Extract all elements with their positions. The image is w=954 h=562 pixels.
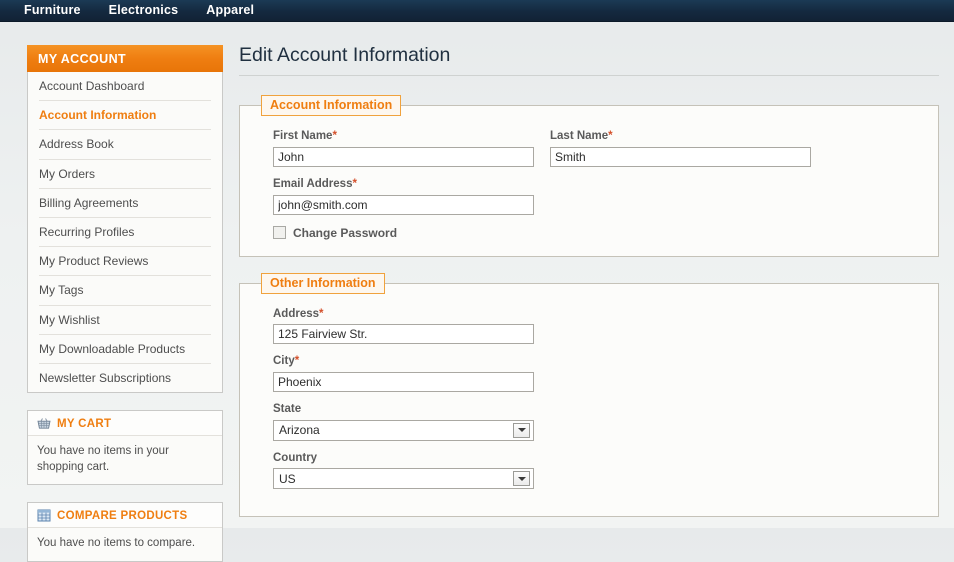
first-name-label-text: First Name <box>273 130 333 143</box>
compare-products-title: COMPARE PRODUCTS <box>57 509 188 522</box>
city-required-marker: * <box>294 355 300 368</box>
address-field: Address* <box>273 308 916 345</box>
sidebar-item-my-tags[interactable]: My Tags <box>39 276 211 306</box>
my-account-links: Account Dashboard Account Information Ad… <box>27 72 223 394</box>
sidebar-item-billing-agreements[interactable]: Billing Agreements <box>39 189 211 218</box>
top-navigation-bar: Furniture Electronics Apparel <box>0 0 954 22</box>
email-address-label-text: Email Address <box>273 178 353 191</box>
compare-products-message: You have no items to compare. <box>37 537 196 550</box>
sidebar-item-account-dashboard[interactable]: Account Dashboard <box>39 72 211 102</box>
main-content: Edit Account Information Account Informa… <box>223 44 954 533</box>
sidebar-item-my-orders[interactable]: My Orders <box>39 160 211 189</box>
city-field: City* <box>273 355 916 392</box>
page-body: MY ACCOUNT Account Dashboard Account Inf… <box>0 22 954 562</box>
email-address-input[interactable] <box>273 194 534 215</box>
nav-item-electronics[interactable]: Electronics <box>109 4 179 17</box>
country-label-text: Country <box>273 451 318 464</box>
chevron-down-icon <box>517 428 526 433</box>
other-information-legend: Other Information <box>261 272 385 294</box>
state-field: State Arizona <box>273 403 916 441</box>
account-information-fieldset: Account Information First Name* John Las… <box>239 95 939 257</box>
my-cart-block: MY CART You have no items in your shoppi… <box>27 410 223 486</box>
account-information-legend: Account Information <box>261 95 402 117</box>
my-account-title: MY ACCOUNT <box>38 51 127 66</box>
title-divider <box>239 75 939 77</box>
email-address-label: Email Address* <box>273 178 534 191</box>
first-name-field: First Name* <box>273 130 534 168</box>
sidebar-item-my-downloadable-products[interactable]: My Downloadable Products <box>39 335 211 364</box>
sidebar-item-my-wishlist[interactable]: My Wishlist <box>39 306 211 335</box>
city-input[interactable] <box>273 372 534 392</box>
chevron-down-icon <box>517 476 526 481</box>
sidebar-item-newsletter-subscriptions[interactable]: Newsletter Subscriptions <box>39 364 211 392</box>
city-label: City* <box>273 355 916 368</box>
first-name-label: First Name* <box>273 130 534 143</box>
country-select[interactable]: US <box>273 468 534 490</box>
last-name-label-text: Last Name <box>550 130 609 143</box>
my-account-block: MY ACCOUNT Account Dashboard Account Inf… <box>27 45 223 394</box>
sidebar-item-recurring-profiles[interactable]: Recurring Profiles <box>39 218 211 248</box>
address-label-text: Address <box>273 307 320 320</box>
address-label: Address* <box>273 308 916 321</box>
change-password-checkbox[interactable] <box>273 226 286 240</box>
state-label-text: State <box>273 403 302 415</box>
state-selected-value: Arizona <box>279 423 320 438</box>
first-name-input[interactable] <box>273 147 534 168</box>
country-selected-value: US <box>279 471 296 486</box>
email-address-field: Email Address* <box>273 178 534 215</box>
page-title: Edit Account Information <box>239 44 451 66</box>
nav-item-apparel[interactable]: Apparel <box>206 4 254 17</box>
compare-products-block: COMPARE PRODUCTS You have no items to co… <box>27 502 223 562</box>
sidebar-item-my-product-reviews[interactable]: My Product Reviews <box>39 247 211 277</box>
email-address-required-marker: * <box>352 178 357 191</box>
address-input[interactable] <box>273 324 534 345</box>
state-dropdown-arrow-box[interactable] <box>513 422 530 438</box>
last-name-field: Last Name* <box>550 130 811 168</box>
other-information-fieldset: Other Information Address* City* <box>239 272 939 518</box>
last-name-required-marker: * <box>608 130 613 143</box>
city-label-text: City <box>273 355 295 368</box>
first-name-required-marker: * <box>332 130 337 143</box>
nav-item-furniture[interactable]: Furniture <box>24 4 81 17</box>
change-password-row[interactable]: Change Password <box>273 226 534 240</box>
shopping-basket-icon <box>37 418 51 429</box>
country-dropdown-arrow-box[interactable] <box>513 471 530 487</box>
sidebar-item-address-book[interactable]: Address Book <box>39 130 211 160</box>
my-account-header: MY ACCOUNT <box>27 45 223 72</box>
compare-grid-icon <box>37 509 51 522</box>
sidebar-item-account-information[interactable]: Account Information <box>39 101 211 131</box>
my-cart-header: MY CART <box>28 411 222 437</box>
last-name-label: Last Name* <box>550 130 811 143</box>
my-cart-title: MY CART <box>57 417 112 430</box>
last-name-input[interactable] <box>550 147 811 168</box>
my-cart-message: You have no items in your shopping cart. <box>37 445 169 473</box>
compare-products-header: COMPARE PRODUCTS <box>28 503 222 529</box>
change-password-label[interactable]: Change Password <box>293 226 397 240</box>
address-required-marker: * <box>319 307 324 320</box>
country-label: Country <box>273 452 916 465</box>
state-select[interactable]: Arizona <box>273 419 534 441</box>
country-field: Country US <box>273 452 916 490</box>
sidebar: MY ACCOUNT Account Dashboard Account Inf… <box>27 45 223 562</box>
state-label: State <box>273 403 916 416</box>
